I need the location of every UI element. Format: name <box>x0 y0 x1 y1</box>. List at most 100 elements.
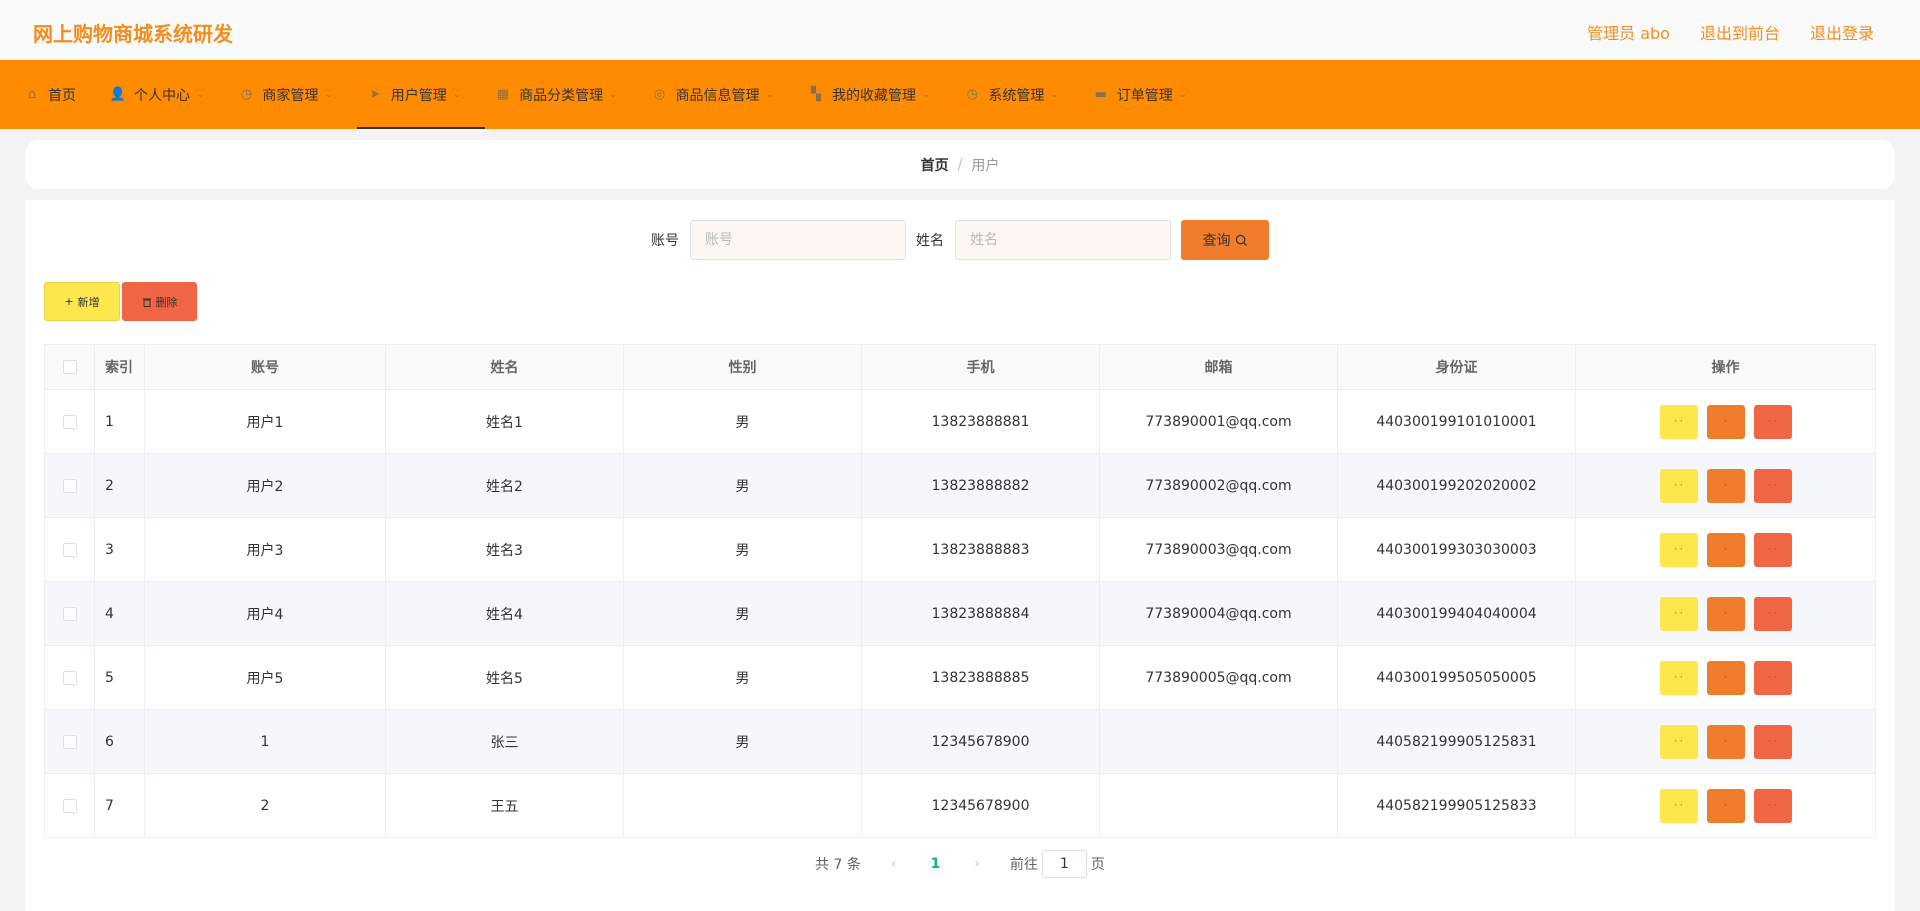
nav-item-4[interactable]: ▦ 商品分类管理 ⌄ <box>485 60 641 129</box>
view-button[interactable]: · · <box>1659 468 1698 503</box>
edit-button[interactable]: · <box>1706 596 1745 631</box>
view-button[interactable]: · · <box>1659 596 1698 631</box>
nav-item-label: 系统管理 <box>988 87 1045 104</box>
admin-user-link[interactable]: 管理员 abo <box>1587 20 1670 44</box>
row-delete-button[interactable]: · · <box>1753 788 1792 823</box>
cell-operations: · · · · · <box>1575 453 1876 518</box>
row-checkbox[interactable] <box>62 478 77 493</box>
row-checkbox[interactable] <box>62 734 77 749</box>
cell-gender <box>623 773 862 838</box>
view-button[interactable]: · · <box>1659 788 1698 823</box>
page-suffix: 页 <box>1090 857 1105 873</box>
cell-account: 用户5 <box>144 645 386 710</box>
row-delete-button[interactable]: · · <box>1753 660 1792 695</box>
search-button[interactable]: 查询 <box>1181 220 1269 260</box>
add-button-label: 新增 <box>77 295 100 309</box>
view-button[interactable]: · · <box>1659 404 1698 439</box>
nav-item-label: 用户管理 <box>390 87 447 104</box>
nav-item-7[interactable]: ◷ 系统管理 ⌄ <box>954 60 1082 129</box>
add-button[interactable]: + 新增 <box>44 282 120 321</box>
row-delete-button[interactable]: · · <box>1753 404 1792 439</box>
nav-item-6[interactable]: ▚ 我的收藏管理 ⌄ <box>798 60 954 129</box>
name-search-input[interactable] <box>955 220 1171 260</box>
edit-button[interactable]: · <box>1706 788 1745 823</box>
table-header-row: 索引 账号 姓名 性别 手机 邮箱 身份证 操作 <box>44 344 1876 390</box>
cell-phone: 12345678900 <box>861 709 1100 774</box>
select-all-checkbox[interactable] <box>62 360 77 374</box>
pagination: 共 7 条 ‹ 1 › 前往 页 <box>25 850 1895 878</box>
goto-page-input[interactable] <box>1041 850 1087 878</box>
nav-item-2[interactable]: ◷ 商家管理 ⌄ <box>228 60 356 129</box>
home-icon: ⌂ <box>27 87 37 102</box>
cell-email <box>1099 773 1338 838</box>
row-checkbox-cell <box>44 709 95 774</box>
breadcrumb: 首页 / 用户 <box>25 140 1895 189</box>
cell-phone: 12345678900 <box>861 773 1100 838</box>
cell-account: 用户2 <box>144 453 386 518</box>
edit-button[interactable]: · <box>1706 404 1745 439</box>
edit-button[interactable]: · <box>1706 724 1745 759</box>
cell-index: 7 <box>94 773 145 838</box>
edit-button[interactable]: · <box>1706 468 1745 503</box>
row-delete-button[interactable]: · · <box>1753 468 1792 503</box>
pagination-total: 共 7 条 <box>815 857 861 873</box>
search-button-label: 查询 <box>1202 233 1231 249</box>
view-button[interactable]: · · <box>1659 660 1698 695</box>
cell-index: 1 <box>94 389 145 454</box>
chevron-down-icon: ⌄ <box>765 89 774 100</box>
prev-page-icon[interactable]: ‹ <box>891 856 897 872</box>
nav-item-5[interactable]: ◎ 商品信息管理 ⌄ <box>642 60 798 129</box>
chevron-down-icon: ⌄ <box>609 89 618 100</box>
cell-account: 用户4 <box>144 581 386 646</box>
table-row: 3 用户3 姓名3 男 13823888883 773890003@qq.com 44030… <box>44 517 1876 582</box>
view-button[interactable]: · · <box>1659 532 1698 567</box>
cell-id-card: 440582199905125833 <box>1337 773 1576 838</box>
grid-icon: ▚ <box>810 87 821 102</box>
cell-account: 2 <box>144 773 386 838</box>
header-gender: 性别 <box>623 344 862 390</box>
edit-button[interactable]: · <box>1706 660 1745 695</box>
cell-gender: 男 <box>623 389 862 454</box>
cell-id-card: 440582199905125831 <box>1337 709 1576 774</box>
exit-to-frontend-link[interactable]: 退出到前台 <box>1700 20 1780 44</box>
nav-item-0[interactable]: ⌂ 首页 <box>14 60 100 129</box>
view-button[interactable]: · · <box>1659 724 1698 759</box>
table-row: 7 2 王五 12345678900 440582199905125833 · · · · · <box>44 773 1876 838</box>
header-checkbox-cell <box>44 344 95 390</box>
delete-button[interactable]: 删除 <box>122 282 197 321</box>
row-checkbox[interactable] <box>62 414 77 429</box>
cell-index: 5 <box>94 645 145 710</box>
row-checkbox[interactable] <box>62 606 77 621</box>
row-delete-button[interactable]: · · <box>1753 724 1792 759</box>
cell-name: 姓名1 <box>385 389 624 454</box>
header-index: 索引 <box>94 344 145 390</box>
account-search-input[interactable] <box>690 220 906 260</box>
logout-link[interactable]: 退出登录 <box>1810 20 1874 44</box>
nav-item-8[interactable]: ▬ 订单管理 ⌄ <box>1083 60 1211 129</box>
settings-icon: ◎ <box>653 87 666 102</box>
chevron-down-icon: ⌄ <box>1178 89 1188 100</box>
breadcrumb-separator: / <box>957 156 963 173</box>
chevron-down-icon: ⌄ <box>921 89 931 100</box>
next-page-icon[interactable]: › <box>974 856 980 872</box>
cell-gender: 男 <box>623 709 862 774</box>
table-row: 1 用户1 姓名1 男 13823888881 773890001@qq.com 44030… <box>44 389 1876 454</box>
cell-phone: 13823888881 <box>861 389 1100 454</box>
row-delete-button[interactable]: · · <box>1753 532 1792 567</box>
nav-item-3[interactable]: ➤ 用户管理 ⌄ <box>356 60 486 129</box>
row-checkbox[interactable] <box>62 670 77 685</box>
page-number-current[interactable]: 1 <box>931 856 941 872</box>
row-checkbox[interactable] <box>62 798 77 813</box>
row-delete-button[interactable]: · · <box>1753 596 1792 631</box>
header-email: 邮箱 <box>1099 344 1338 390</box>
breadcrumb-home[interactable]: 首页 <box>921 155 949 175</box>
cell-name: 姓名4 <box>385 581 624 646</box>
header-name: 姓名 <box>385 344 624 390</box>
nav-item-1[interactable]: 👤 个人中心 ⌄ <box>100 60 228 129</box>
row-checkbox-cell <box>44 773 95 838</box>
cell-email: 773890003@qq.com <box>1099 517 1338 582</box>
row-checkbox-cell <box>44 389 95 454</box>
edit-button[interactable]: · <box>1706 532 1745 567</box>
row-checkbox[interactable] <box>62 542 77 557</box>
cell-name: 张三 <box>385 709 624 774</box>
